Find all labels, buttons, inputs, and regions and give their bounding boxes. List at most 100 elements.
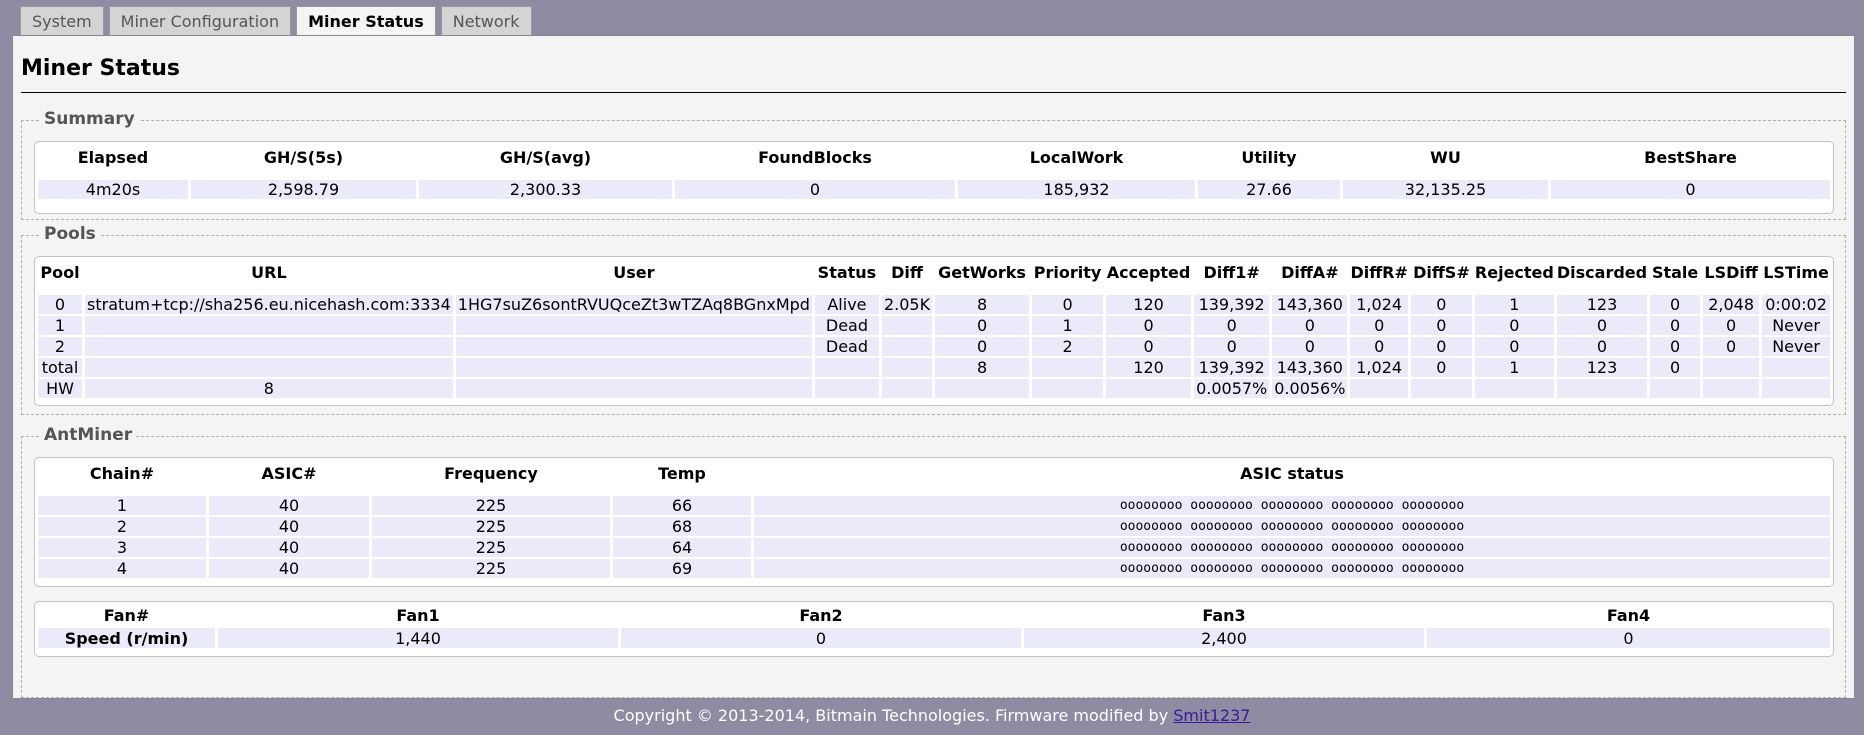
pool-cell: 0 xyxy=(1703,316,1760,335)
asic-status-cell: oooooooo oooooooo oooooooo oooooooo oooo… xyxy=(754,496,1830,515)
fans-header-row: Fan# Fan1 Fan2 Fan3 Fan4 xyxy=(38,604,1830,626)
pool-cell: 2.05K xyxy=(881,295,933,314)
chains-header: Chain# xyxy=(89,463,155,483)
pool-cell: 0.0057% xyxy=(1194,379,1270,398)
main-panel: Miner Status Summary Elapsed GH/S(5s) GH… xyxy=(12,35,1855,699)
tab-miner-configuration[interactable]: Miner Configuration xyxy=(108,6,292,36)
pool-cell: 2 xyxy=(1032,337,1104,356)
summary-value: 2,300.33 xyxy=(419,180,672,199)
pool-cell xyxy=(935,379,1030,398)
pool-cell xyxy=(85,316,453,335)
pool-cell: 0 xyxy=(1556,316,1648,335)
page-title: Miner Status xyxy=(21,56,181,81)
fans-header: Fan1 xyxy=(396,605,440,625)
pools-header: User xyxy=(613,262,655,282)
chain-cell: 4 xyxy=(38,559,206,578)
fans-header: Fan# xyxy=(103,605,150,625)
pool-cell: 1HG7suZ6sontRVUQceZt3wTZAq8BGnxMpd xyxy=(455,295,812,314)
pool-cell: 0 xyxy=(1650,337,1701,356)
fans-header: Fan2 xyxy=(799,605,843,625)
pool-cell: 0 xyxy=(1650,295,1701,314)
chain-cell: 64 xyxy=(613,538,751,557)
summary-header: Utility xyxy=(1241,147,1297,167)
summary-header: LocalWork xyxy=(1029,147,1124,167)
fans-header: Fan3 xyxy=(1202,605,1246,625)
chain-cell: 66 xyxy=(613,496,751,515)
pool-cell xyxy=(1032,358,1104,377)
summary-header: FoundBlocks xyxy=(758,147,872,167)
pool-cell: 0 xyxy=(1703,337,1760,356)
fan-speed-cell: 2,400 xyxy=(1024,628,1424,648)
tab-system[interactable]: System xyxy=(20,6,104,36)
fan-speed-cell: 0 xyxy=(1427,628,1830,648)
chains-table-box: Chain# ASIC# Frequency Temp ASIC status 1 40 2… xyxy=(34,457,1834,587)
pool-cell xyxy=(1762,379,1830,398)
pool-cell: 0 xyxy=(1650,316,1701,335)
chain-row: 3 40 225 64 oooooooo oooooooo oooooooo ooooo… xyxy=(38,538,1830,557)
antminer-fieldset: AntMiner Chain# ASIC# Frequency Temp ASIC st… xyxy=(21,425,1846,698)
pool-row: total 8 120 139,392 143,360 1,024 0 1 123 0 xyxy=(38,358,1830,377)
pool-cell: 1,024 xyxy=(1350,358,1408,377)
chain-cell: 40 xyxy=(209,496,369,515)
summary-value: 185,932 xyxy=(958,180,1195,199)
pool-cell: 8 xyxy=(935,358,1030,377)
pool-cell: 0 xyxy=(1410,358,1472,377)
chain-cell: 1 xyxy=(38,496,206,515)
tab-network[interactable]: Network xyxy=(440,6,532,36)
pool-cell: 0 xyxy=(1106,337,1192,356)
pool-cell: HW xyxy=(38,379,82,398)
tab-miner-status[interactable]: Miner Status xyxy=(296,6,436,37)
pool-cell xyxy=(1032,379,1104,398)
pool-cell: 0.0056% xyxy=(1272,379,1348,398)
pool-cell: 0 xyxy=(1106,316,1192,335)
pool-cell xyxy=(814,358,879,377)
pools-header: DiffS# xyxy=(1413,262,1470,282)
pool-cell: 0 xyxy=(1474,316,1554,335)
pool-cell: Never xyxy=(1762,316,1830,335)
pool-cell xyxy=(455,316,812,335)
antminer-legend: AntMiner xyxy=(40,425,137,445)
fan-speed-cell: 0 xyxy=(621,628,1021,648)
fans-header: Fan4 xyxy=(1606,605,1651,625)
chains-header: Frequency xyxy=(444,463,538,483)
fans-table-box: Fan# Fan1 Fan2 Fan3 Fan4 Speed (r/min) 1,440… xyxy=(34,601,1834,657)
pool-cell: 123 xyxy=(1556,358,1648,377)
pool-cell: 120 xyxy=(1106,358,1192,377)
summary-header: GH/S(5s) xyxy=(263,147,344,167)
pools-header: LSDiff xyxy=(1704,262,1758,282)
pool-cell xyxy=(85,337,453,356)
pool-cell xyxy=(1350,379,1408,398)
pool-cell xyxy=(455,379,812,398)
pool-cell: 123 xyxy=(1556,295,1648,314)
pool-cell xyxy=(881,358,933,377)
pool-cell: Dead xyxy=(814,337,879,356)
summary-fieldset: Summary Elapsed GH/S(5s) GH/S(avg) Found… xyxy=(21,109,1846,220)
pool-cell: 0 xyxy=(1410,337,1472,356)
pool-cell xyxy=(455,337,812,356)
pool-cell xyxy=(1556,379,1648,398)
pool-cell: 0 xyxy=(1474,337,1554,356)
footer: Copyright © 2013-2014, Bitmain Technolog… xyxy=(0,706,1864,725)
pool-cell: 139,392 xyxy=(1194,358,1270,377)
pool-cell: 139,392 xyxy=(1194,295,1270,314)
pool-cell: 0 xyxy=(1032,295,1104,314)
pools-header: Diff xyxy=(891,262,923,282)
summary-value: 0 xyxy=(1551,180,1830,199)
pool-cell xyxy=(455,358,812,377)
pools-header: Priority xyxy=(1033,262,1102,282)
chain-cell: 225 xyxy=(372,496,610,515)
pool-cell xyxy=(1410,379,1472,398)
pool-row: 1 Dead 0 1 0 0 0 0 0 0 0 0 0 Never xyxy=(38,316,1830,335)
pools-header: Rejected xyxy=(1474,262,1554,282)
pool-cell: 1,024 xyxy=(1350,295,1408,314)
footer-copyright: Copyright © 2013-2014, Bitmain Technolog… xyxy=(613,706,1174,725)
pool-cell: 0 xyxy=(38,295,82,314)
chain-cell: 40 xyxy=(209,538,369,557)
footer-author-link[interactable]: Smit1237 xyxy=(1173,706,1250,725)
pool-row: 2 Dead 0 2 0 0 0 0 0 0 0 0 0 Never xyxy=(38,337,1830,356)
chains-header: Temp xyxy=(658,463,706,483)
pool-cell xyxy=(1703,358,1760,377)
pool-row: 0 stratum+tcp://sha256.eu.nicehash.com:33… xyxy=(38,295,1830,314)
chain-cell: 225 xyxy=(372,538,610,557)
pool-cell xyxy=(881,337,933,356)
